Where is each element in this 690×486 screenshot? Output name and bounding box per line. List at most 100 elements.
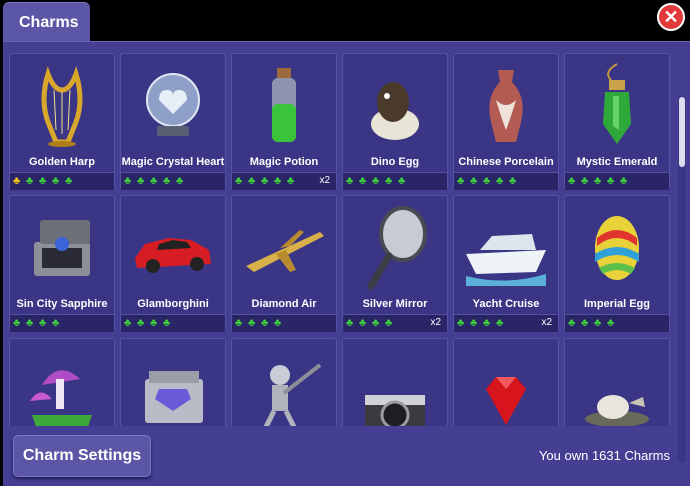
charm-card[interactable]: Sin City Sapphire ♣ ♣ ♣ ♣ (9, 195, 115, 332)
charm-name: Chinese Porcelain (458, 156, 554, 168)
sports-car-icon (135, 238, 211, 273)
charm-name: Golden Harp (28, 156, 95, 168)
clover-icon: ♣ (483, 317, 491, 329)
clover-icon: ♣ (346, 175, 354, 187)
clover-rating: ♣ ♣ ♣ ♣ (232, 314, 336, 332)
clover-rating: ♣ ♣ ♣ ♣ x2 (454, 314, 558, 332)
clover-icon: ♣ (398, 175, 406, 187)
charm-name: Magic Potion (249, 156, 319, 168)
clover-icon: ♣ (163, 175, 171, 187)
clover-icon: ♣ (261, 175, 269, 187)
charm-name: Magic Crystal Heart (121, 156, 225, 168)
clover-icon: ♣ (470, 317, 478, 329)
imperial-egg-icon (595, 216, 639, 280)
charm-card[interactable] (564, 338, 670, 426)
charm-name: Sin City Sapphire (16, 298, 108, 310)
charm-name: Imperial Egg (583, 298, 651, 310)
charm-card[interactable]: Yacht Cruise ♣ ♣ ♣ ♣ x2 (453, 195, 559, 332)
yacht-icon (466, 234, 546, 286)
charm-card[interactable] (9, 338, 115, 426)
charm-settings-button[interactable]: Charm Settings (13, 435, 151, 477)
charm-card[interactable] (342, 338, 448, 426)
charm-name: Diamond Air (251, 298, 317, 310)
clover-icon: ♣ (359, 317, 367, 329)
vase-icon (489, 70, 523, 142)
tab-charms[interactable]: Charms (3, 2, 90, 42)
clover-rating: ♣ ♣ ♣ ♣ (121, 314, 225, 332)
charm-name: Glamborghini (137, 298, 209, 310)
clover-icon: ♣ (163, 317, 171, 329)
charm-name: Silver Mirror (362, 298, 428, 310)
hand-mirror-icon (367, 206, 427, 290)
charm-card[interactable]: Silver Mirror ♣ ♣ ♣ ♣ x2 (342, 195, 448, 332)
clover-icon: ♣ (248, 175, 256, 187)
charm-name: Yacht Cruise (472, 298, 540, 310)
emerald-icon (603, 63, 631, 144)
clover-icon: ♣ (581, 175, 589, 187)
clover-icon: ♣ (457, 175, 465, 187)
clover-icon: ♣ (483, 175, 491, 187)
clover-icon: ♣ (261, 317, 269, 329)
clover-rating: ♣ ♣ ♣ ♣ ♣ (121, 172, 225, 190)
clover-rating: ♣ ♣ ♣ ♣ x2 (343, 314, 447, 332)
clover-icon: ♣ (176, 175, 184, 187)
clover-icon: ♣ (496, 175, 504, 187)
charm-card[interactable]: Imperial Egg ♣ ♣ ♣ ♣ (564, 195, 670, 332)
clover-icon: ♣ (359, 175, 367, 187)
clover-rating: ♣ ♣ ♣ ♣ ♣ x2 (232, 172, 336, 190)
charm-multiplier: x2 (319, 175, 330, 186)
clover-icon: ♣ (52, 317, 60, 329)
clover-icon: ♣ (124, 317, 132, 329)
charm-name: Mystic Emerald (576, 156, 658, 168)
clover-icon: ♣ (594, 317, 602, 329)
clover-icon: ♣ (457, 317, 465, 329)
knight-icon (263, 363, 322, 426)
charm-card[interactable]: Glamborghini ♣ ♣ ♣ ♣ (120, 195, 226, 332)
charm-multiplier: x2 (541, 317, 552, 328)
clover-icon: ♣ (287, 175, 295, 187)
charm-name: Dino Egg (370, 156, 420, 168)
clover-icon: ♣ (496, 317, 504, 329)
clover-icon: ♣ (26, 317, 34, 329)
clover-icon: ♣ (248, 317, 256, 329)
close-icon: ✕ (663, 6, 679, 27)
charms-owned-count: You own 1631 Charms (538, 448, 670, 463)
jewelry-box-icon (34, 220, 90, 276)
clover-icon: ♣ (39, 175, 47, 187)
charm-card[interactable]: Dino Egg ♣ ♣ ♣ ♣ ♣ (342, 53, 448, 190)
clover-icon: ♣ (52, 175, 60, 187)
charm-card[interactable]: Magic Crystal Heart ♣ ♣ ♣ ♣ ♣ (120, 53, 226, 190)
clover-rating: ♣ ♣ ♣ ♣ (10, 314, 114, 332)
clover-icon: ♣ (150, 317, 158, 329)
scrollbar-thumb[interactable] (679, 97, 685, 167)
clover-icon: ♣ (124, 175, 132, 187)
charm-card[interactable]: Golden Harp ♣ ♣ ♣ ♣ ♣ (9, 53, 115, 190)
charm-card[interactable]: Diamond Air ♣ ♣ ♣ ♣ (231, 195, 337, 332)
clover-icon: ♣ (509, 175, 517, 187)
clover-icon: ♣ (607, 175, 615, 187)
clover-icon: ♣ (26, 175, 34, 187)
clover-icon: ♣ (568, 175, 576, 187)
charm-card[interactable] (120, 338, 226, 426)
mushroom-icon (30, 370, 92, 426)
charm-card[interactable]: Mystic Emerald ♣ ♣ ♣ ♣ ♣ (564, 53, 670, 190)
clover-icon: ♣ (274, 317, 282, 329)
charm-grid: Golden Harp ♣ ♣ ♣ ♣ ♣ Magic Crystal Heart ♣ ♣… (9, 53, 672, 426)
charm-card[interactable]: Magic Potion ♣ ♣ ♣ ♣ ♣ x2 (231, 53, 337, 190)
clover-icon: ♣ (607, 317, 615, 329)
gold-clover-icon: ♣ (13, 175, 21, 187)
crystal-heart-icon (146, 73, 200, 136)
tea-set-icon (585, 395, 649, 426)
charm-card[interactable] (231, 338, 337, 426)
charm-card[interactable] (453, 338, 559, 426)
charm-multiplier: x2 (430, 317, 441, 328)
clover-icon: ♣ (235, 317, 243, 329)
charms-panel: Golden Harp ♣ ♣ ♣ ♣ ♣ Magic Crystal Heart ♣ ♣… (3, 41, 690, 486)
dino-egg-icon (371, 82, 419, 140)
clover-rating: ♣ ♣ ♣ ♣ ♣ (10, 172, 114, 190)
charm-card[interactable]: Chinese Porcelain ♣ ♣ ♣ ♣ ♣ (453, 53, 559, 190)
clover-icon: ♣ (470, 175, 478, 187)
clover-icon: ♣ (372, 317, 380, 329)
close-button[interactable]: ✕ (657, 3, 685, 31)
clover-icon: ♣ (137, 317, 145, 329)
